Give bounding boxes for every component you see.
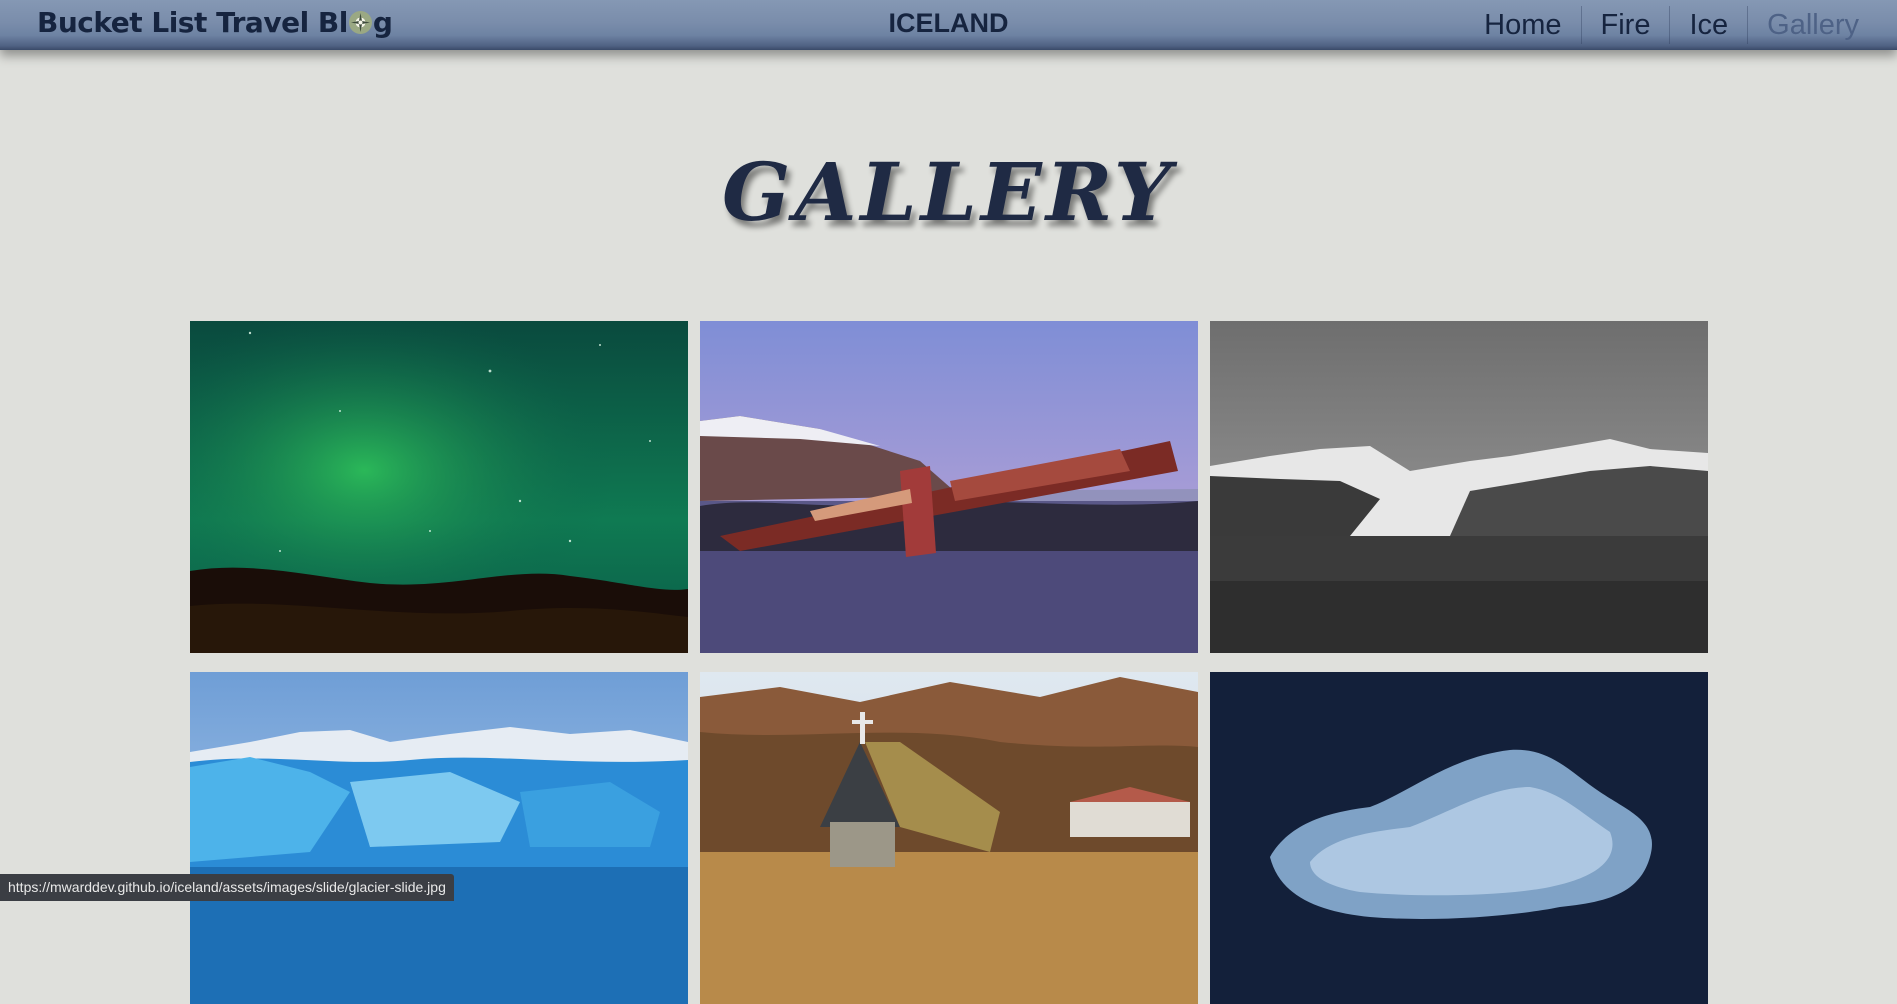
status-bar-url: https://mwarddev.github.io/iceland/asset… <box>0 874 454 901</box>
nav-ice[interactable]: Ice <box>1669 6 1747 44</box>
gallery-image-mountains[interactable] <box>1210 321 1708 653</box>
gallery-image-turf-church[interactable] <box>700 672 1198 1004</box>
gallery-image-glacier[interactable] <box>190 672 688 1004</box>
top-navbar: Bucket List Travel Bl g ICELAND Home Fire… <box>0 0 1897 50</box>
page-title: GALLERY <box>722 145 1175 239</box>
main-nav: Home Fire Ice Gallery <box>1465 0 1878 50</box>
gallery-image-bridge-wreck[interactable] <box>700 321 1198 653</box>
gallery-image-ice-chunk[interactable] <box>1210 672 1708 1004</box>
nav-home[interactable]: Home <box>1465 6 1580 44</box>
nav-fire[interactable]: Fire <box>1580 6 1670 44</box>
nav-gallery[interactable]: Gallery <box>1747 6 1878 44</box>
gallery-image-aurora[interactable] <box>190 321 688 653</box>
